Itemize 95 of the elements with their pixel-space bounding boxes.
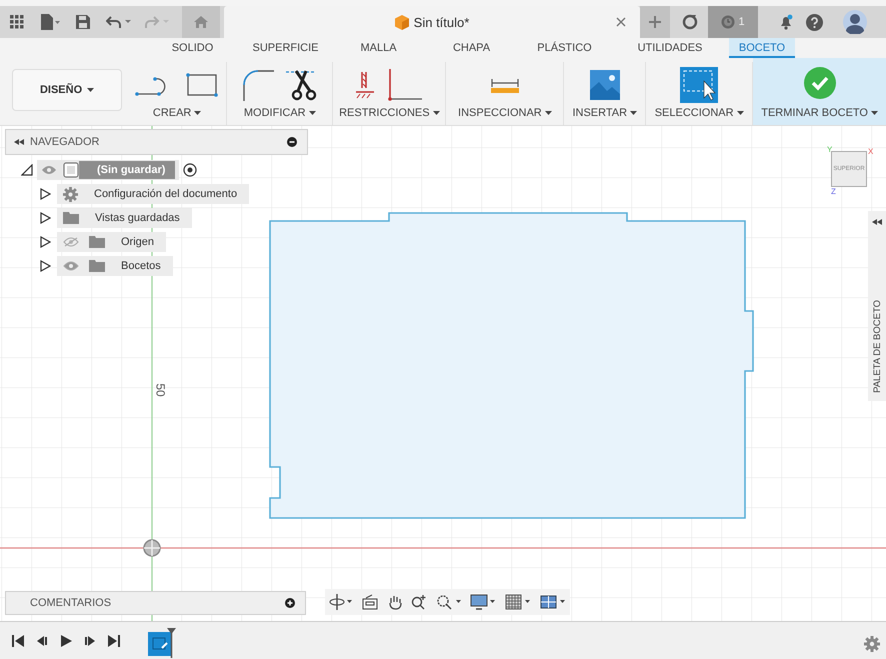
viewports-icon[interactable] [540, 594, 566, 610]
display-icon[interactable] [470, 594, 496, 610]
tree-item[interactable]: Origen [57, 232, 166, 252]
close-icon[interactable] [616, 17, 626, 27]
radio-target-icon[interactable] [183, 163, 198, 177]
tool-group-dropdown[interactable]: INSERTAR [572, 107, 638, 125]
rectangle-icon[interactable] [185, 72, 220, 98]
gear-icon [63, 186, 78, 202]
grid-icon[interactable] [505, 594, 532, 610]
plus-icon [648, 15, 662, 29]
play-icon[interactable] [60, 634, 72, 648]
dimension-value[interactable]: 50 [154, 383, 168, 397]
apps-grid-icon[interactable] [10, 15, 24, 29]
expand-triangle-icon[interactable] [21, 164, 33, 176]
file-icon[interactable] [40, 14, 60, 30]
home-icon [194, 16, 208, 28]
sketch-timeline-item[interactable] [148, 628, 176, 658]
caret-icon [736, 110, 744, 116]
axis-label: Y [827, 145, 832, 154]
ribbon-tab[interactable]: SOLIDO [146, 38, 239, 58]
collapse-icon[interactable] [14, 139, 24, 145]
new-tab-button[interactable] [640, 6, 670, 38]
tool-group-dropdown[interactable]: SELECCIONAR [654, 107, 744, 125]
folder-icon [89, 236, 105, 248]
navigator-title: NAVEGADOR [30, 136, 100, 148]
skip-to-end-icon[interactable] [108, 634, 120, 648]
tree-item[interactable]: Configuración del documento [57, 184, 250, 204]
folder-icon [89, 260, 105, 272]
tool-group-dropdown[interactable]: MODIFICAR [244, 107, 316, 125]
scissors-icon[interactable] [286, 68, 318, 100]
tree-item-label: Configuración del documento [93, 187, 238, 202]
caret-icon [87, 88, 94, 92]
perpendicular-icon[interactable] [387, 68, 424, 100]
selection-icon[interactable] [680, 66, 718, 102]
comments-title: COMENTARIOS [30, 597, 112, 609]
caret-icon [871, 110, 878, 116]
tree-item-label: (Sin guardar) [79, 161, 176, 179]
tree-item-label: Vistas guardadas [94, 211, 181, 226]
orbit-icon[interactable] [329, 594, 354, 610]
expand-triangle-icon[interactable] [39, 212, 51, 224]
tool-group-dropdown[interactable]: TERMINAR BOCETO [761, 107, 878, 125]
tree-item[interactable]: Bocetos [57, 256, 173, 276]
bell-icon[interactable] [778, 14, 794, 30]
tool-group-dropdown[interactable]: CREAR [152, 107, 202, 125]
refresh-icon[interactable] [682, 14, 698, 30]
ribbon-tab[interactable]: PLÁSTICO [518, 38, 611, 58]
expand-icon[interactable] [872, 219, 882, 225]
image-icon[interactable] [590, 70, 620, 100]
horizontal-constraint-icon[interactable] [355, 70, 376, 100]
step-back-icon[interactable] [36, 634, 48, 648]
caret-icon [194, 110, 202, 116]
workspace-dropdown[interactable]: DISEÑO [12, 69, 122, 111]
tree-item-label: Bocetos [120, 259, 162, 274]
tree-item-label: Origen [120, 235, 156, 250]
skip-to-start-icon[interactable] [12, 634, 24, 648]
folder-icon [63, 212, 79, 224]
caret-icon [630, 110, 638, 116]
zoom-icon[interactable] [411, 594, 428, 610]
undo-icon[interactable] [106, 15, 132, 29]
caret-icon [544, 110, 552, 116]
minimize-icon[interactable] [287, 137, 297, 147]
look-at-icon[interactable] [362, 594, 378, 610]
expand-triangle-icon[interactable] [39, 236, 51, 248]
caret-icon [432, 110, 440, 116]
ribbon-tab[interactable]: UTILIDADES [611, 38, 729, 58]
document-tab[interactable]: Sin título* [224, 6, 640, 38]
tool-group-dropdown[interactable]: INSPECCIONAR [458, 107, 552, 125]
save-icon[interactable] [76, 15, 90, 29]
axis-label: X [868, 147, 874, 156]
checkmark-icon[interactable] [804, 66, 836, 98]
ribbon-tab[interactable]: MALLA [332, 38, 425, 58]
help-icon[interactable] [806, 14, 823, 30]
cube-icon [394, 14, 409, 30]
palette-title: PALETA DE BOCETO [872, 300, 882, 393]
expand-triangle-icon[interactable] [39, 260, 51, 272]
settings-icon[interactable] [864, 636, 880, 652]
zoom-window-icon[interactable] [436, 594, 462, 610]
sketch-palette-tab[interactable]: PALETA DE BOCETO [868, 211, 886, 401]
ribbon-tab[interactable]: SUPERFICIE [239, 38, 332, 58]
component-icon [63, 162, 79, 178]
expand-triangle-icon[interactable] [39, 188, 51, 200]
step-forward-icon[interactable] [84, 634, 96, 648]
ribbon-tab[interactable]: CHAPA [425, 38, 518, 58]
clock-icon [721, 15, 736, 29]
caret-icon [308, 110, 316, 116]
fillet-icon[interactable] [242, 68, 274, 100]
tool-group-dropdown[interactable]: RESTRICCIONES [339, 107, 440, 125]
add-icon[interactable] [285, 598, 295, 608]
tree-item[interactable]: Vistas guardadas [57, 208, 192, 228]
document-title: Sin título* [414, 14, 470, 30]
axis-label: Z [831, 187, 836, 196]
avatar-icon[interactable] [843, 10, 867, 34]
ribbon-tab[interactable]: BOCETO [729, 38, 795, 58]
pan-hand-icon[interactable] [386, 594, 403, 610]
origin-point [143, 539, 161, 557]
